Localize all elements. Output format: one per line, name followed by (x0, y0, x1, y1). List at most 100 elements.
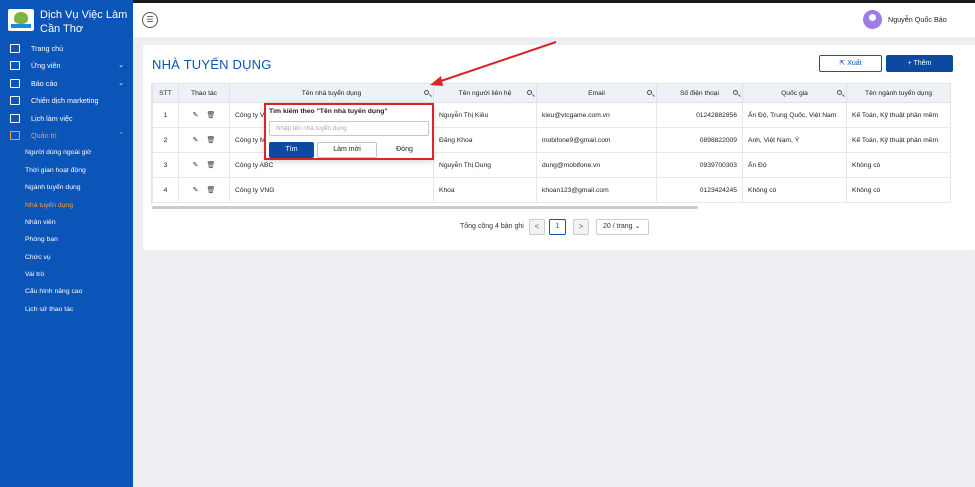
sidebar-item-label: Trang chủ (31, 44, 64, 53)
reset-button[interactable]: Làm mới (317, 142, 377, 158)
column-header-label: Tên nhà tuyển dụng (301, 89, 362, 97)
admin-icon (10, 130, 20, 140)
row-actions: ✎ 🗑 (178, 152, 230, 178)
page-button-current[interactable]: 1 (549, 219, 566, 235)
calendar-icon (10, 113, 20, 123)
search-icon[interactable] (733, 90, 738, 95)
sidebar-subitem[interactable]: Người dùng ngoài giờ (0, 144, 133, 161)
cell-stt: 4 (152, 177, 179, 203)
sidebar-item[interactable]: Quản trị ⌃ (0, 127, 133, 144)
cell-contact: Khoa (433, 177, 537, 203)
search-button[interactable]: Tìm (269, 142, 314, 158)
chevron-icon: ⌄ (118, 79, 124, 87)
page-size-value: 20 / trang (603, 223, 633, 230)
user-name[interactable]: Nguyễn Quốc Bảo (888, 15, 947, 24)
cell-extra: N (950, 102, 951, 128)
cell-industry: Kế Toán, Kỹ thuật phần mềm (846, 127, 951, 153)
sidebar-item-label: Ứng viên (31, 61, 61, 71)
cell-industry: Không có (846, 152, 951, 178)
cell-country: Ấn Độ, Trung Quốc, Việt Nam (742, 102, 847, 128)
column-header: Tên ngành tuyển dụng (846, 83, 951, 103)
column-header: Tên nhà tuyển dụng (229, 83, 434, 103)
total-records: Tổng cộng 4 bản ghi (460, 223, 524, 230)
cell-stt: 2 (152, 127, 179, 153)
sidebar-item-label: Báo cáo (31, 78, 58, 88)
column-header: N (950, 83, 951, 103)
sidebar-item[interactable]: Báo cáo ⌄ (0, 75, 133, 92)
delete-icon[interactable]: 🗑 (206, 186, 215, 194)
cell-email: mobifone9@gmail.com (536, 127, 657, 153)
close-button[interactable]: Đóng (382, 142, 427, 158)
sidebar-subitem[interactable]: Phòng ban (0, 231, 133, 248)
menu-toggle-icon[interactable]: ☰ (142, 12, 158, 28)
search-icon[interactable] (527, 90, 532, 95)
sidebar-subitem[interactable]: Lịch sử thao tác (0, 301, 133, 318)
sidebar-item[interactable]: Chiến dịch marketing (0, 92, 133, 109)
brand-name: Dịch Vụ Việc Làm Cần Thơ (40, 8, 127, 36)
sidebar-subitem[interactable]: Cấu hình nâng cao (0, 283, 133, 300)
sidebar-subitem[interactable]: Chức vụ (0, 249, 133, 266)
cell-stt: 3 (152, 152, 179, 178)
edit-icon[interactable]: ✎ (193, 111, 199, 119)
sidebar-subitem[interactable]: Vai trò (0, 266, 133, 283)
sidebar-subitem[interactable]: Ngành tuyển dụng (0, 179, 133, 196)
column-header-label: Quốc gia (781, 89, 808, 97)
user-avatar[interactable] (863, 10, 882, 29)
search-icon[interactable] (647, 90, 652, 95)
next-page-button[interactable]: > (573, 219, 589, 235)
cell-email: kieu@vtcgame.com.vn (536, 102, 657, 128)
delete-icon[interactable]: 🗑 (206, 136, 215, 144)
delete-icon[interactable]: 🗑 (206, 161, 215, 169)
home-icon (10, 44, 20, 53)
add-label: Thêm (913, 60, 932, 67)
column-header-label: Tên ngành tuyển dụng (865, 89, 932, 97)
sidebar-item[interactable]: Ứng viên ⌄ (0, 57, 133, 74)
page-title: NHÀ TUYỂN DỤNG (152, 57, 272, 72)
search-input[interactable]: Nhập tên nhà tuyển dụng (269, 121, 429, 136)
search-icon[interactable] (424, 90, 429, 95)
column-header: Số điện thoại (656, 83, 743, 103)
cell-industry: Kế Toán, Kỹ thuật phần mềm (846, 102, 951, 128)
edit-icon[interactable]: ✎ (193, 136, 199, 144)
column-header-label: Email (588, 89, 605, 97)
cell-country: Anh, Việt Nam, Ý (742, 127, 847, 153)
sidebar-menu: Trang chủ Ứng viên ⌄ Báo cáo ⌄ Chiến dịch mar… (0, 40, 133, 318)
column-header: Email (536, 83, 657, 103)
cell-extra: N (950, 152, 951, 178)
column-header: Thao tác (178, 83, 230, 103)
horizontal-scrollbar[interactable] (152, 206, 698, 209)
cell-phone: 0898822009 (656, 127, 743, 153)
cell-email: khoan123@gmail.com (536, 177, 657, 203)
search-icon[interactable] (837, 90, 842, 95)
add-button[interactable]: + Thêm (886, 55, 953, 72)
column-header-label: Thao tác (190, 89, 218, 97)
export-button[interactable]: ⇱ Xuất (819, 55, 882, 72)
chevron-icon: ⌃ (118, 131, 124, 139)
page-size-select[interactable]: 20 / trang ⌄ (596, 219, 649, 235)
cell-email: dung@mobifone.vn (536, 152, 657, 178)
edit-icon[interactable]: ✎ (193, 186, 199, 194)
brand-line-2: Cần Thơ (40, 23, 84, 35)
delete-icon[interactable]: 🗑 (206, 111, 215, 119)
search-popup: Tìm kiếm theo "Tên nhà tuyển dụng" Nhập … (264, 103, 434, 160)
user-icon (10, 61, 20, 71)
column-header-label: STT (159, 89, 172, 97)
brand-line-1: Dịch Vụ Việc Làm (40, 9, 128, 21)
sidebar-item[interactable]: Trang chủ (0, 40, 133, 57)
column-header-label: Tên người liên hệ (458, 89, 512, 97)
sidebar-subitem[interactable]: Nhà tuyển dụng (0, 197, 133, 214)
sidebar-subitem[interactable]: Nhân viên (0, 214, 133, 231)
column-header: Tên người liên hệ (433, 83, 537, 103)
table-header-row: STT Thao tác Tên nhà tuyển dụng Tên người l… (152, 83, 951, 103)
table-row[interactable]: 4 ✎ 🗑 Công ty VNG Khoa khoan123@gmail.com 0123… (152, 177, 951, 203)
cell-country: Không có (742, 177, 847, 203)
cell-industry: Không có (846, 177, 951, 203)
cell-extra: N (950, 177, 951, 203)
prev-page-button[interactable]: < (529, 219, 545, 235)
chevron-icon: ⌄ (118, 62, 124, 70)
row-actions: ✎ 🗑 (178, 177, 230, 203)
search-popup-title: Tìm kiếm theo "Tên nhà tuyển dụng" (269, 108, 388, 115)
edit-icon[interactable]: ✎ (193, 161, 199, 169)
sidebar-subitem[interactable]: Thời gian hoạt động (0, 162, 133, 179)
sidebar-item[interactable]: Lịch làm việc (0, 110, 133, 127)
